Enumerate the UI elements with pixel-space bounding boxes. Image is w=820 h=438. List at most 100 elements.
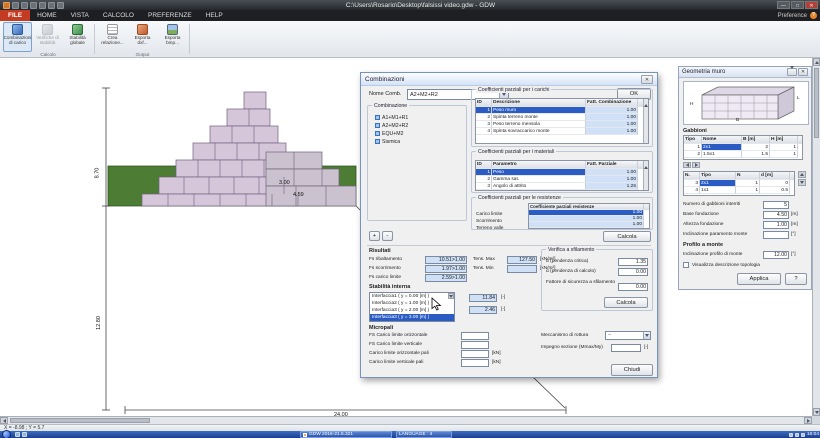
inclinazione-paramento-field[interactable] [763, 231, 789, 239]
add-combination-button[interactable]: + [369, 231, 380, 241]
listbox-dropdown-button[interactable] [448, 293, 454, 299]
save-icon[interactable] [30, 2, 37, 9]
sfilamento-calcola-button[interactable]: Calcola [604, 297, 648, 308]
ribbon-stabilita-globale-button[interactable]: Stabilità globale [63, 22, 92, 52]
scroll-right-button[interactable] [804, 417, 812, 424]
remove-combination-button[interactable]: - [382, 231, 393, 241]
panel-close-icon[interactable]: ✕ [798, 68, 808, 76]
redo-icon[interactable] [48, 2, 55, 9]
panel-help-button[interactable]: ? [785, 273, 807, 285]
num-gabbioni-field[interactable]: 5 [763, 201, 789, 209]
tree-item-combination[interactable]: EQU+M2 [375, 130, 403, 137]
inclinazione-profilo-unit: [°] [791, 252, 796, 257]
dialog-close-icon[interactable]: ✕ [641, 75, 653, 84]
scroll-down-button[interactable] [813, 408, 820, 416]
types-next-button[interactable] [692, 162, 700, 168]
ribbon-esporta-bmp-button[interactable]: Esporta bmp... [158, 22, 187, 52]
materials-table[interactable]: ID Parametro Fatt. Parziale 1 Peso 1.00 … [475, 160, 649, 191]
ribbon-combinazioni-button[interactable]: Combinazioni di carico [3, 22, 32, 52]
tab-help[interactable]: HELP [199, 10, 230, 21]
risultati-label: Risultati [369, 248, 391, 254]
tree-item-combination[interactable]: A2+M2+R2 [375, 122, 408, 129]
checkbox-icon[interactable] [375, 139, 380, 144]
tab-vista[interactable]: VISTA [64, 10, 96, 21]
horizontal-scrollbar[interactable] [0, 416, 812, 424]
loads-table[interactable]: ID Descrizione Fatt. Combinazione 1 Peso… [475, 98, 649, 144]
print-icon[interactable] [57, 2, 64, 9]
alpha-critica-field[interactable]: 1.35 [618, 258, 648, 266]
list-item-selected[interactable]: Interfaccia3 ( y = 3.00 [m] ) [370, 314, 454, 321]
ribbon-esporta-dxf-button[interactable]: Esporta dxf... [128, 22, 157, 52]
quicklaunch-icon[interactable] [22, 432, 27, 437]
layer-down-button[interactable] [798, 179, 806, 186]
table-row[interactable]: 3 Angolo di attrito 1.25 [476, 183, 648, 190]
checkbox-icon[interactable] [375, 115, 380, 120]
preference-menu[interactable]: Preference [778, 13, 807, 19]
cell-value: 1.25 [586, 183, 638, 190]
close-button[interactable]: ✕ [805, 1, 818, 9]
ribbon-verifiche-button[interactable]: Verifiche di stabilità [33, 22, 62, 52]
types-prev-button[interactable] [683, 162, 691, 168]
tab-preferenze[interactable]: PREFERENZE [141, 10, 199, 21]
taskbar-clock[interactable]: 16:04 [807, 432, 819, 437]
table-row[interactable]: 2 Spinta terreno monte 1.00 [476, 114, 648, 121]
scrollbar-thumb[interactable] [10, 418, 150, 423]
table-row[interactable]: 4 Spinta sovraccarico monte 1.00 [476, 128, 648, 135]
meccanismo-select[interactable]: -- [605, 331, 651, 340]
resistances-table[interactable]: Coefficiente parziali resistenze 1.00 1.… [528, 203, 650, 229]
table-row[interactable]: 4 1x1 1 0.5 [684, 187, 794, 194]
alpha-calcolo-field[interactable]: 0.00 [618, 268, 648, 276]
gabion-layers-table[interactable]: N. Tipo N d [m] 3 2x1 1 0 4 1x1 1 0.5 [683, 171, 795, 196]
help-icon[interactable]: ? [810, 12, 817, 19]
tab-file[interactable]: FILE [0, 10, 30, 21]
table-row[interactable]: 1 Peso 1.00 [476, 169, 648, 176]
tab-home[interactable]: HOME [30, 10, 64, 21]
panel-pin-icon[interactable] [787, 68, 797, 76]
table-row[interactable]: 1 Peso muro 1.00 [476, 107, 648, 114]
checkbox-icon[interactable] [375, 131, 380, 136]
table-row[interactable]: 2 1.5x1 1.5 1 [684, 151, 802, 158]
undo-icon[interactable] [39, 2, 46, 9]
tree-item-combination[interactable]: Sismica [375, 138, 400, 145]
minimize-button[interactable]: — [777, 1, 790, 9]
layer-up-button[interactable] [798, 171, 806, 178]
base-fondazione-field[interactable]: 4.50 [763, 211, 789, 219]
tray-icon[interactable] [801, 433, 805, 437]
maximize-button[interactable]: □ [791, 1, 804, 9]
altezza-fondazione-field[interactable]: 1.00 [763, 221, 789, 229]
scroll-up-button[interactable] [813, 58, 820, 66]
table-row[interactable]: 3 Peso terreno mensola 1.00 [476, 121, 648, 128]
calcola-button[interactable]: Calcola [603, 231, 651, 242]
open-file-icon[interactable] [21, 2, 28, 9]
scrollbar-thumb[interactable] [814, 68, 819, 138]
quicklaunch-icon[interactable] [15, 432, 20, 437]
applica-button[interactable]: Applica [737, 273, 781, 285]
topologia-checkbox[interactable] [683, 262, 689, 268]
table-row[interactable]: 3 2x1 1 0 [684, 180, 794, 187]
inclinazione-paramento-unit: [°] [791, 232, 796, 237]
tray-icon[interactable] [795, 433, 799, 437]
taskbar-app-button[interactable]: GDW 2016-21.5.321 [300, 431, 392, 438]
table-row[interactable]: 1 2x1 2 1 [684, 144, 802, 151]
dialog-titlebar[interactable]: Combinazioni ✕ [361, 73, 657, 86]
tab-calcolo[interactable]: CALCOLO [96, 10, 141, 21]
table-row[interactable]: 2 Gamma sat. 1.00 [476, 176, 648, 183]
taskbar-language-button[interactable]: LANGUAGE : it [396, 431, 452, 438]
ribbon-crea-relazione-button[interactable]: Crea relazione... [98, 22, 127, 52]
start-button[interactable] [2, 430, 11, 438]
ribbon: Combinazioni di carico Verifiche di stab… [0, 21, 820, 58]
table-row[interactable]: 1.00 [529, 222, 649, 228]
tray-icon[interactable] [789, 433, 793, 437]
chiudi-button[interactable]: Chiudi [611, 364, 653, 376]
table-scrollbar[interactable] [643, 161, 648, 190]
panel-titlebar[interactable]: Geometria muro ✕ [679, 67, 811, 78]
inclinazione-profilo-field[interactable]: 12.00 [763, 251, 789, 259]
tree-item-combination[interactable]: A1+M1+R1 [375, 114, 408, 121]
vertical-scrollbar[interactable] [812, 58, 820, 416]
scroll-left-button[interactable] [0, 417, 8, 424]
checkbox-icon[interactable] [375, 123, 380, 128]
arrow-left-icon [3, 419, 6, 423]
gabion-types-table[interactable]: Tipo Nome B [m] H [m] 1 2x1 2 1 2 1.5x1 … [683, 135, 803, 160]
new-file-icon[interactable] [12, 2, 19, 9]
table-scrollbar[interactable] [643, 99, 648, 143]
